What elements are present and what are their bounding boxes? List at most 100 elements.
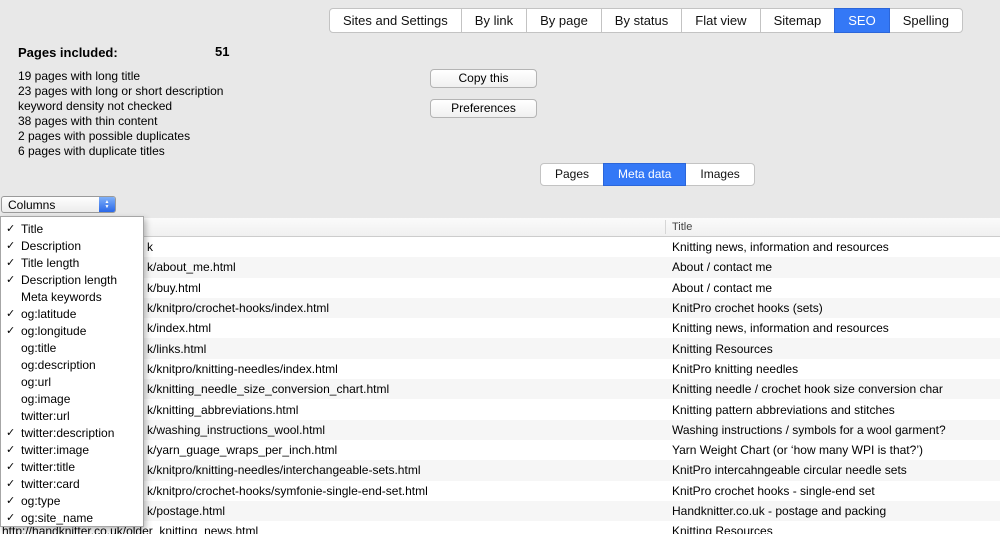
row-url: k/knitpro/crochet-hooks/index.html	[147, 301, 329, 315]
tab-by-status[interactable]: By status	[601, 8, 682, 33]
menu-item-label: og:site_name	[21, 511, 93, 525]
table-row[interactable]: k/about_me.html About / contact me	[0, 257, 1000, 277]
columns-menu-item[interactable]: ✓ og:site_name	[1, 509, 143, 526]
popup-updown-arrows-icon: ▲▼	[99, 197, 115, 212]
columns-menu-item[interactable]: ✓ og:latitude	[1, 305, 143, 322]
row-url: k/about_me.html	[147, 260, 236, 274]
columns-menu-item[interactable]: ✓ og:type	[1, 492, 143, 509]
table-header: Title	[0, 218, 1000, 237]
checkmark-icon: ✓	[1, 273, 21, 286]
table-row[interactable]: k/knitpro/knitting-needles/index.html Kn…	[0, 359, 1000, 379]
table-row[interactable]: k/knitpro/knitting-needles/interchangeab…	[0, 460, 1000, 480]
columns-menu-item[interactable]: ✓ twitter:description	[1, 424, 143, 441]
menu-item-label: Description length	[21, 273, 117, 287]
row-title: Handknitter.co.uk - postage and packing	[672, 504, 886, 518]
menu-item-label: twitter:title	[21, 460, 75, 474]
tab-images[interactable]: Images	[685, 163, 754, 186]
table-row[interactable]: http://handknitter.co.uk/older_knitting_…	[0, 521, 1000, 534]
row-url: k/knitting_needle_size_conversion_chart.…	[147, 382, 389, 396]
row-title: Knitting Resources	[672, 342, 773, 356]
menu-item-label: twitter:url	[21, 409, 70, 423]
columns-menu-item[interactable]: ✓ Title length	[1, 254, 143, 271]
table-row[interactable]: k/links.html Knitting Resources	[0, 338, 1000, 358]
columns-menu-item[interactable]: twitter:url	[1, 407, 143, 424]
row-url: k/knitpro/crochet-hooks/symfonie-single-…	[147, 484, 428, 498]
table-row[interactable]: k/knitting_abbreviations.html Knitting p…	[0, 399, 1000, 419]
columns-menu-item[interactable]: ✓ twitter:title	[1, 458, 143, 475]
tab-flat-view[interactable]: Flat view	[681, 8, 760, 33]
columns-menu-item[interactable]: og:url	[1, 373, 143, 390]
table-body: k Knitting news, information and resourc…	[0, 237, 1000, 534]
row-title: KnitPro intercahngeable circular needle …	[672, 463, 907, 477]
pages-included-label: Pages included:	[18, 45, 118, 60]
menu-item-label: Description	[21, 239, 81, 253]
tab-sitemap[interactable]: Sitemap	[760, 8, 836, 33]
row-title: Washing instructions / symbols for a woo…	[672, 423, 946, 437]
menu-item-label: og:latitude	[21, 307, 76, 321]
columns-menu-item[interactable]: Meta keywords	[1, 288, 143, 305]
view-tab-bar: Pages Meta data Images	[540, 163, 755, 186]
checkmark-icon: ✓	[1, 511, 21, 524]
row-url: k/yarn_guage_wraps_per_inch.html	[147, 443, 337, 457]
columns-popup-button[interactable]: Columns ▲▼	[1, 196, 116, 213]
checkmark-icon: ✓	[1, 460, 21, 473]
menu-item-label: twitter:image	[21, 443, 89, 457]
table-row[interactable]: k/buy.html About / contact me	[0, 278, 1000, 298]
row-url: k/links.html	[147, 342, 206, 356]
checkmark-icon: ✓	[1, 222, 21, 235]
pages-included-count: 51	[215, 44, 229, 59]
table-row[interactable]: k/index.html Knitting news, information …	[0, 318, 1000, 338]
table-row[interactable]: k Knitting news, information and resourc…	[0, 237, 1000, 257]
row-title: KnitPro crochet hooks - single-end set	[672, 484, 875, 498]
tab-spelling[interactable]: Spelling	[889, 8, 963, 33]
row-title: Knitting news, information and resources	[672, 240, 889, 254]
tab-seo[interactable]: SEO	[834, 8, 889, 33]
table-row[interactable]: k/knitpro/crochet-hooks/symfonie-single-…	[0, 481, 1000, 501]
checkmark-icon: ✓	[1, 494, 21, 507]
stat-description-length: 23 pages with long or short description	[18, 84, 223, 99]
columns-menu-item[interactable]: og:title	[1, 339, 143, 356]
menu-item-label: og:title	[21, 341, 56, 355]
row-title: Knitting needle / crochet hook size conv…	[672, 382, 943, 396]
title-column-header[interactable]: Title	[672, 221, 692, 233]
table-row[interactable]: k/knitting_needle_size_conversion_chart.…	[0, 379, 1000, 399]
column-divider	[665, 220, 666, 234]
columns-menu-item[interactable]: ✓ twitter:card	[1, 475, 143, 492]
tab-by-page[interactable]: By page	[526, 8, 602, 33]
row-title: About / contact me	[672, 260, 772, 274]
tab-by-link[interactable]: By link	[461, 8, 527, 33]
columns-menu-item[interactable]: ✓ Title	[1, 220, 143, 237]
table-row[interactable]: k/postage.html Handknitter.co.uk - posta…	[0, 501, 1000, 521]
checkmark-icon: ✓	[1, 307, 21, 320]
stat-long-title: 19 pages with long title	[18, 69, 223, 84]
menu-item-label: Title length	[21, 256, 79, 270]
row-url: k/washing_instructions_wool.html	[147, 423, 325, 437]
copy-this-button[interactable]: Copy this	[430, 69, 537, 88]
app-window: Sites and Settings By link By page By st…	[0, 0, 1000, 534]
columns-menu-item[interactable]: ✓ Description length	[1, 271, 143, 288]
row-title: KnitPro crochet hooks (sets)	[672, 301, 823, 315]
preferences-button[interactable]: Preferences	[430, 99, 537, 118]
columns-menu-item[interactable]: ✓ og:longitude	[1, 322, 143, 339]
row-url: k/knitpro/knitting-needles/index.html	[147, 362, 338, 376]
row-url: k/buy.html	[147, 281, 201, 295]
columns-menu-item[interactable]: ✓ Description	[1, 237, 143, 254]
columns-menu-item[interactable]: og:image	[1, 390, 143, 407]
tab-pages[interactable]: Pages	[540, 163, 604, 186]
columns-menu-item[interactable]: ✓ twitter:image	[1, 441, 143, 458]
checkmark-icon: ✓	[1, 256, 21, 269]
row-url: k	[147, 240, 153, 254]
menu-item-label: twitter:description	[21, 426, 114, 440]
tab-meta-data[interactable]: Meta data	[603, 163, 686, 186]
checkmark-icon: ✓	[1, 443, 21, 456]
seo-stats-list: 19 pages with long title 23 pages with l…	[18, 69, 223, 159]
table-row[interactable]: k/knitpro/crochet-hooks/index.html KnitP…	[0, 298, 1000, 318]
columns-menu: ✓ Title ✓ Description ✓ Title length ✓ D…	[0, 216, 144, 527]
row-title: Yarn Weight Chart (or ‘how many WPI is t…	[672, 443, 923, 457]
row-title: Knitting pattern abbreviations and stitc…	[672, 403, 895, 417]
columns-menu-item[interactable]: og:description	[1, 356, 143, 373]
row-title: Knitting news, information and resources	[672, 321, 889, 335]
table-row[interactable]: k/washing_instructions_wool.html Washing…	[0, 420, 1000, 440]
table-row[interactable]: k/yarn_guage_wraps_per_inch.html Yarn We…	[0, 440, 1000, 460]
tab-sites-and-settings[interactable]: Sites and Settings	[329, 8, 462, 33]
